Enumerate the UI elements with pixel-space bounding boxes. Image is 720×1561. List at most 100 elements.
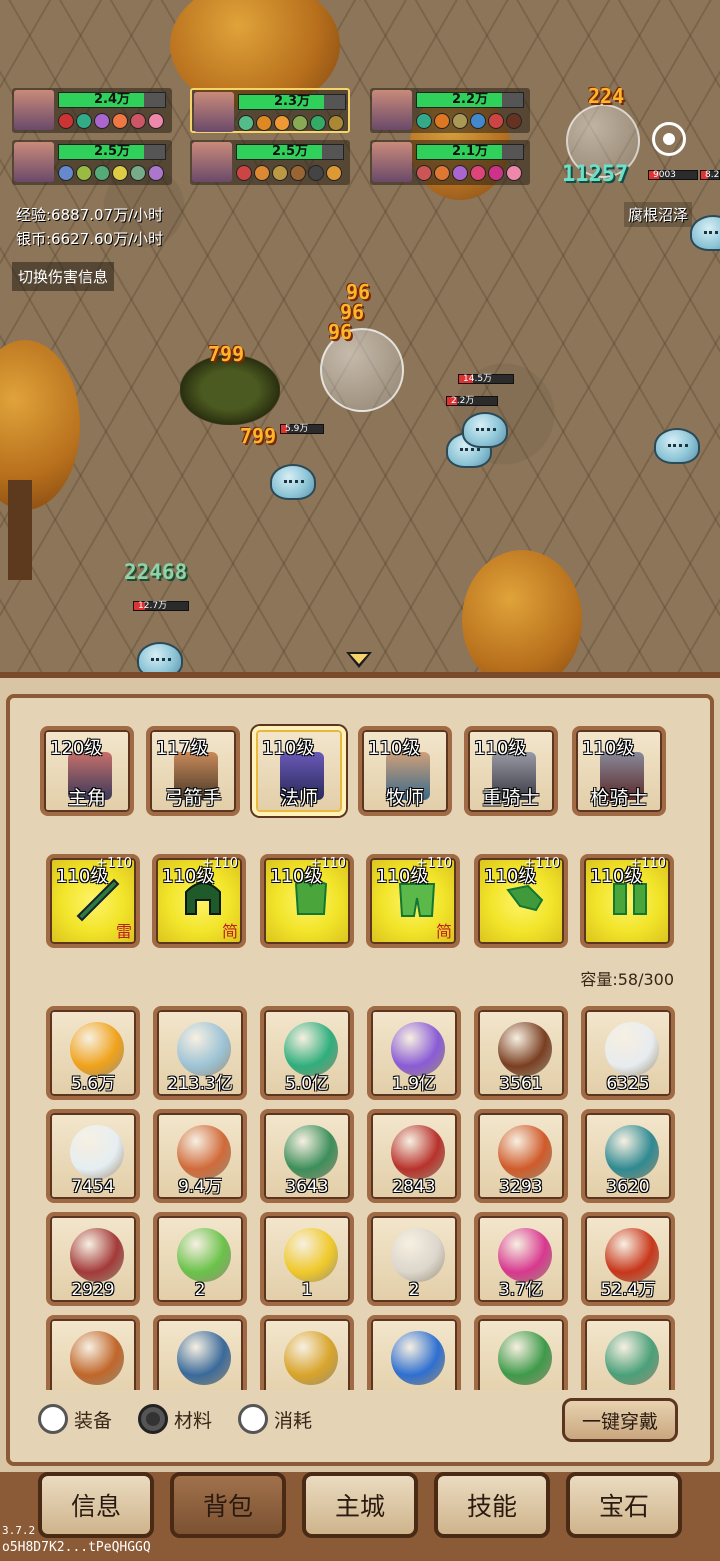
enemy-hp-text: 9003 bbox=[653, 170, 676, 180]
party-hp-text: 2.3万 bbox=[273, 94, 311, 109]
inventory-item[interactable]: 1 bbox=[260, 1212, 354, 1306]
filter-label: 装备 bbox=[74, 1409, 113, 1432]
gear-slot-armor[interactable]: 110级 +110 bbox=[260, 854, 354, 948]
filter-equipment[interactable]: 装备 bbox=[38, 1404, 112, 1434]
party-member-card[interactable]: 2.4万 bbox=[12, 88, 172, 133]
inventory-item[interactable]: 6325 bbox=[581, 1006, 675, 1100]
item-count: 2929 bbox=[71, 1280, 115, 1300]
damage-number: 96 bbox=[328, 320, 353, 344]
inventory-item[interactable]: 2 bbox=[367, 1212, 461, 1306]
battle-view[interactable]: 14.5万 2.2万 5.9万 12.7万 9003 8.2 224 11257… bbox=[0, 0, 720, 690]
slime-enemy[interactable] bbox=[690, 215, 720, 251]
party-member-card[interactable]: 2.5万 bbox=[190, 140, 350, 185]
equip-all-button[interactable]: 一键穿戴 bbox=[562, 1398, 678, 1442]
inventory-item[interactable]: 3643 bbox=[260, 1109, 354, 1203]
scroll-green-icon bbox=[284, 1125, 338, 1179]
gold-coin-icon bbox=[70, 1022, 124, 1076]
nav-gems-button[interactable]: 宝石 bbox=[566, 1472, 682, 1538]
party-member-card[interactable]: 2.1万 bbox=[370, 140, 530, 185]
inventory-item[interactable]: 7454 bbox=[46, 1109, 140, 1203]
hero-slot-mage[interactable]: 110级 法师 bbox=[252, 726, 346, 816]
collapse-arrow-icon[interactable] bbox=[346, 652, 372, 668]
enemy-hp-text: 12.7万 bbox=[138, 601, 168, 611]
hero-slot-lancer[interactable]: 110级 枪骑士 bbox=[572, 726, 666, 816]
gear-slot-boots[interactable]: 110级 +110 bbox=[580, 854, 674, 948]
gear-slot-legs[interactable]: 110级 +110 简 bbox=[366, 854, 460, 948]
location-name: 腐根沼泽 bbox=[623, 202, 692, 227]
gear-slot-weapon[interactable]: 110级 +110 雷 bbox=[46, 854, 140, 948]
filter-materials[interactable]: 材料 bbox=[138, 1404, 212, 1434]
inventory-grid[interactable]: 5.6万 213.3亿 5.0亿 1.9亿 3561 6325 7454 9.4万 3643 28… bbox=[40, 1000, 680, 1390]
party-panel: 2.4万 2.3万 2.2万 2.5万 2.5万 2.1万 bbox=[12, 88, 532, 188]
gear-slot-gloves[interactable]: 110级 +110 bbox=[474, 854, 568, 948]
item-count: 5.6万 bbox=[70, 1074, 116, 1094]
nav-info-button[interactable]: 信息 bbox=[38, 1472, 154, 1538]
inventory-item[interactable]: 213.3亿 bbox=[153, 1006, 247, 1100]
target-icon[interactable] bbox=[652, 122, 686, 156]
radio-consumables[interactable] bbox=[238, 1404, 268, 1434]
enemy-hp-bar: 9003 bbox=[648, 170, 698, 180]
radio-equipment[interactable] bbox=[38, 1404, 68, 1434]
party-hp-bar: 2.4万 bbox=[58, 92, 166, 108]
inventory-item[interactable]: 3620 bbox=[581, 1109, 675, 1203]
inventory-item[interactable]: 2 bbox=[153, 1212, 247, 1306]
item-count: 3.7亿 bbox=[498, 1280, 544, 1300]
hero-slot-priest[interactable]: 110级 牧师 bbox=[358, 726, 452, 816]
inventory-item[interactable]: 2929 bbox=[46, 1212, 140, 1306]
exp-rate: 经验:6887.07万/小时 bbox=[16, 206, 164, 224]
nav-backpack-button[interactable]: 背包 bbox=[170, 1472, 286, 1538]
hero-level: 110级 bbox=[368, 738, 421, 759]
yellow-leaf-icon bbox=[284, 1228, 338, 1282]
filter-label: 材料 bbox=[174, 1409, 213, 1432]
inventory-item[interactable]: 5.6万 bbox=[46, 1006, 140, 1100]
nav-city-button[interactable]: 主城 bbox=[302, 1472, 418, 1538]
party-hp-text: 2.1万 bbox=[451, 144, 489, 159]
party-member-card[interactable]: 2.2万 bbox=[370, 88, 530, 133]
lava-orb-icon bbox=[605, 1228, 659, 1282]
skill-icons bbox=[238, 115, 344, 131]
hero-class: 重骑士 bbox=[482, 787, 540, 809]
slime-enemy[interactable] bbox=[270, 464, 316, 500]
inventory-item[interactable] bbox=[367, 1315, 461, 1390]
item-count: 2 bbox=[408, 1280, 420, 1300]
inventory-item[interactable]: 3.7亿 bbox=[474, 1212, 568, 1306]
item-count: 6325 bbox=[606, 1074, 650, 1094]
inventory-item[interactable] bbox=[474, 1315, 568, 1390]
party-member-card[interactable]: 2.5万 bbox=[12, 140, 172, 185]
inventory-item[interactable]: 3293 bbox=[474, 1109, 568, 1203]
party-member-card[interactable]: 2.3万 bbox=[190, 88, 350, 133]
inventory-item[interactable]: 52.4万 bbox=[581, 1212, 675, 1306]
hero-class: 枪骑士 bbox=[590, 787, 648, 809]
nav-skills-button[interactable]: 技能 bbox=[434, 1472, 550, 1538]
pink-gem-icon bbox=[498, 1228, 552, 1282]
hero-slot-heavy-knight[interactable]: 110级 重骑士 bbox=[464, 726, 558, 816]
build-id: o5H8D7K2...tPeQHGGQ bbox=[2, 1540, 151, 1555]
inventory-item[interactable]: 1.9亿 bbox=[367, 1006, 461, 1100]
item-count: 3561 bbox=[499, 1074, 543, 1094]
party-member-avatar bbox=[14, 142, 54, 182]
party-member-avatar bbox=[372, 142, 412, 182]
inventory-item[interactable] bbox=[153, 1315, 247, 1390]
inventory-item[interactable] bbox=[46, 1315, 140, 1390]
filter-consumables[interactable]: 消耗 bbox=[238, 1404, 312, 1434]
toggle-damage-info-button[interactable]: 切换伤害信息 bbox=[12, 262, 115, 291]
inventory-item[interactable] bbox=[260, 1315, 354, 1390]
hero-slot-protagonist[interactable]: 120级 主角 bbox=[40, 726, 134, 816]
party-member-avatar bbox=[14, 90, 54, 130]
radio-materials[interactable] bbox=[138, 1404, 168, 1434]
item-count: 1.9亿 bbox=[391, 1074, 437, 1094]
enemy-hp-bar: 2.2万 bbox=[446, 396, 498, 406]
inventory-item[interactable]: 5.0亿 bbox=[260, 1006, 354, 1100]
enemy-hp-text: 8.2 bbox=[705, 170, 720, 180]
key-icon bbox=[284, 1331, 338, 1385]
hero-slot-archer[interactable]: 117级 弓箭手 bbox=[146, 726, 240, 816]
inventory-item[interactable] bbox=[581, 1315, 675, 1390]
slime-enemy[interactable] bbox=[462, 412, 508, 448]
gear-enhance: +110 bbox=[524, 856, 560, 871]
slime-enemy[interactable] bbox=[654, 428, 700, 464]
tree-stump-icon bbox=[498, 1022, 552, 1076]
inventory-item[interactable]: 2843 bbox=[367, 1109, 461, 1203]
inventory-item[interactable]: 9.4万 bbox=[153, 1109, 247, 1203]
inventory-item[interactable]: 3561 bbox=[474, 1006, 568, 1100]
gear-slot-helmet[interactable]: 110级 +110 简 bbox=[152, 854, 246, 948]
